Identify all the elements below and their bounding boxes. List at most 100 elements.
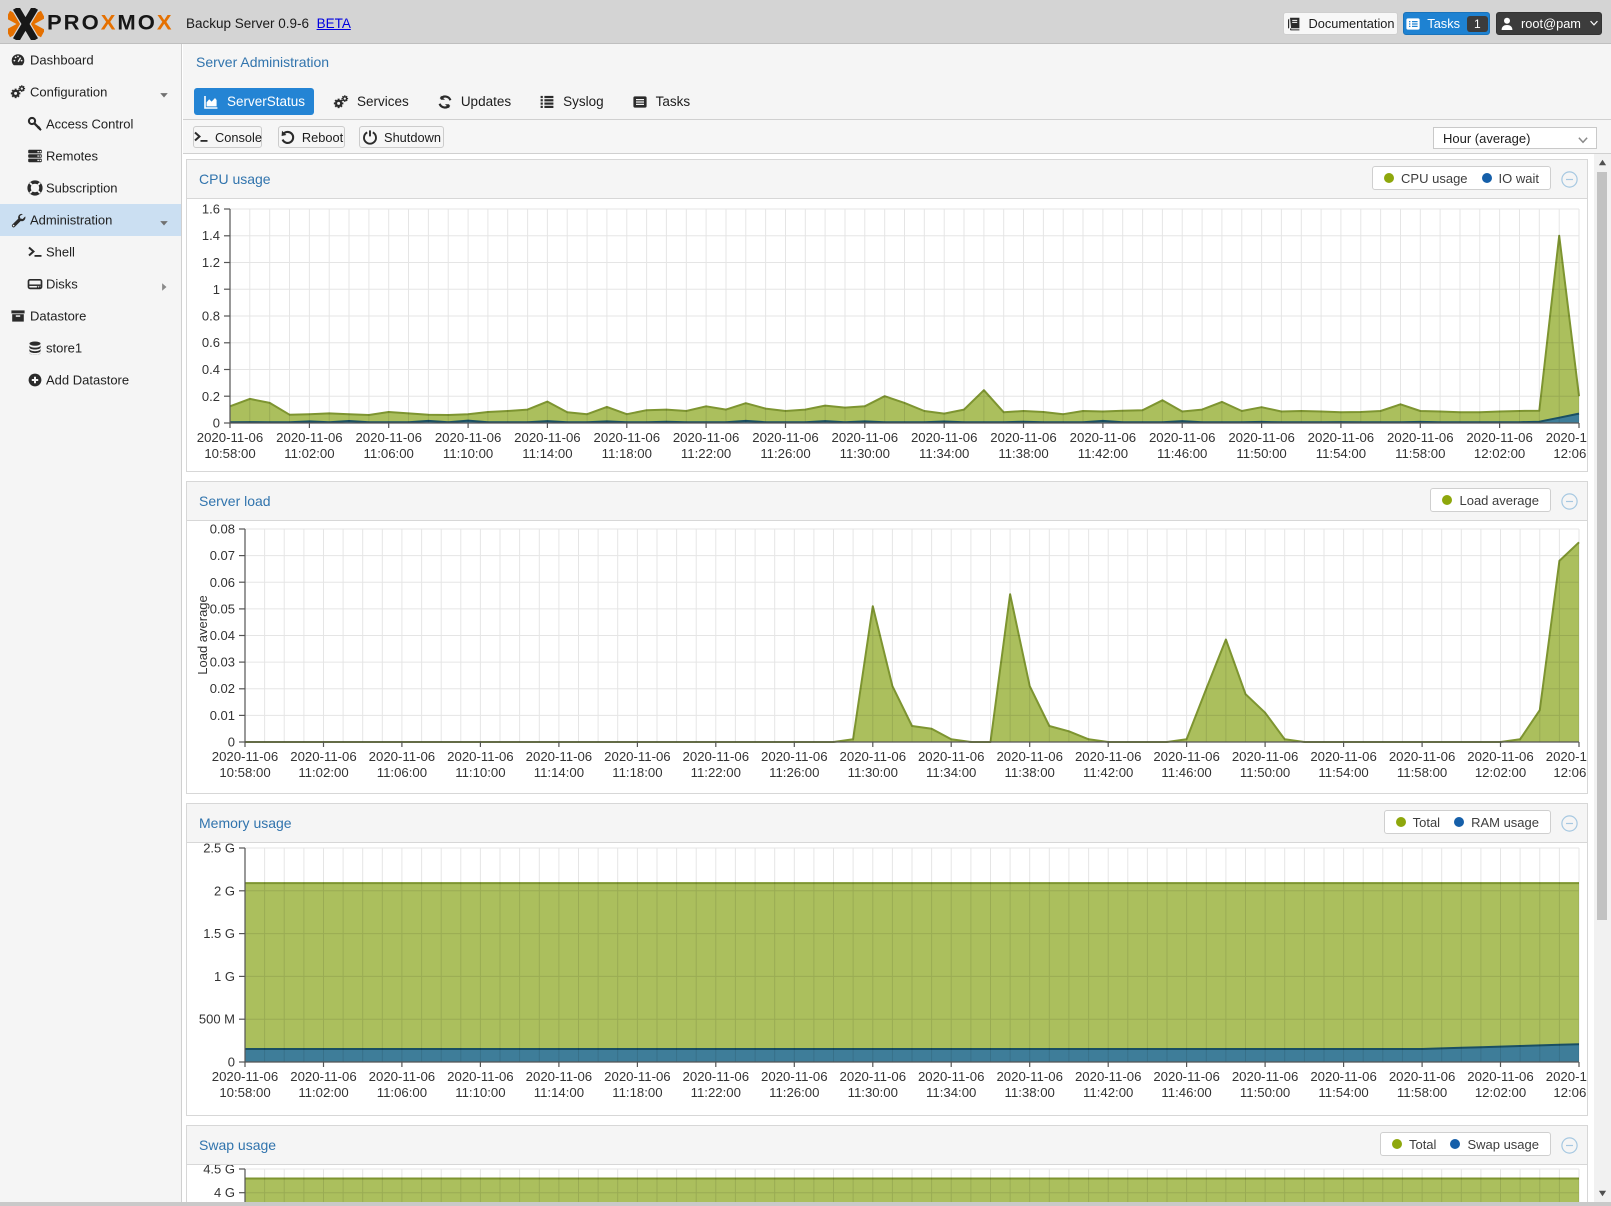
svg-text:4 G: 4 G [214, 1185, 235, 1200]
svg-text:11:02:00: 11:02:00 [298, 765, 348, 780]
svg-text:12:02:00: 12:02:00 [1475, 765, 1526, 780]
svg-text:0.4: 0.4 [202, 362, 220, 377]
svg-text:2020-11-06: 2020-11-06 [1467, 749, 1533, 764]
svg-text:11:14:00: 11:14:00 [534, 765, 584, 780]
svg-text:11:06:00: 11:06:00 [364, 446, 414, 461]
svg-text:11:26:00: 11:26:00 [769, 1085, 819, 1100]
svg-text:10:58:00: 10:58:00 [204, 446, 255, 461]
svg-text:1.2: 1.2 [202, 255, 220, 270]
svg-text:1: 1 [213, 282, 220, 297]
svg-text:11:10:00: 11:10:00 [455, 1085, 505, 1100]
svg-text:0: 0 [213, 416, 220, 431]
svg-text:11:58:00: 11:58:00 [1397, 765, 1447, 780]
svg-text:2020-11-06: 2020-11-06 [1232, 749, 1298, 764]
svg-text:0.03: 0.03 [210, 655, 235, 670]
svg-text:2020-11-06: 2020-11-06 [1546, 1069, 1587, 1084]
svg-text:1.5 G: 1.5 G [203, 926, 235, 941]
svg-text:11:38:00: 11:38:00 [998, 446, 1048, 461]
svg-text:11:46:00: 11:46:00 [1161, 765, 1211, 780]
svg-text:1.6: 1.6 [202, 202, 220, 217]
svg-text:2020-11-06: 2020-11-06 [594, 430, 660, 445]
svg-text:11:14:00: 11:14:00 [534, 1085, 584, 1100]
svg-text:2020-11-06: 2020-11-06 [212, 1069, 278, 1084]
svg-text:2020-11-06: 2020-11-06 [911, 430, 977, 445]
svg-text:10:58:00: 10:58:00 [219, 765, 270, 780]
svg-text:2020-11-06: 2020-11-06 [290, 749, 356, 764]
svg-text:2020-11-06: 2020-11-06 [1546, 749, 1587, 764]
svg-text:11:10:00: 11:10:00 [443, 446, 493, 461]
svg-text:12:06:00: 12:06:00 [1553, 765, 1587, 780]
svg-text:2020-11-06: 2020-11-06 [212, 749, 278, 764]
svg-text:2020-11-06: 2020-11-06 [526, 1069, 592, 1084]
svg-text:2020-11-06: 2020-11-06 [197, 430, 263, 445]
svg-text:11:42:00: 11:42:00 [1083, 765, 1133, 780]
svg-text:11:34:00: 11:34:00 [926, 1085, 976, 1100]
svg-text:2020-11-06: 2020-11-06 [1310, 749, 1376, 764]
svg-text:2020-11-06: 2020-11-06 [1149, 430, 1215, 445]
svg-text:2020-11-06: 2020-11-06 [761, 749, 827, 764]
svg-text:11:46:00: 11:46:00 [1161, 1085, 1211, 1100]
svg-text:2020-11-06: 2020-11-06 [918, 1069, 984, 1084]
svg-text:2020-11-06: 2020-11-06 [526, 749, 592, 764]
svg-text:11:02:00: 11:02:00 [298, 1085, 348, 1100]
svg-text:2020-11-06: 2020-11-06 [683, 749, 749, 764]
svg-text:2020-11-06: 2020-11-06 [1308, 430, 1374, 445]
svg-text:11:22:00: 11:22:00 [691, 1085, 741, 1100]
svg-text:0.06: 0.06 [210, 575, 235, 590]
svg-text:2020-11-06: 2020-11-06 [996, 1069, 1062, 1084]
svg-text:0: 0 [228, 1055, 235, 1070]
svg-text:2020-11-06: 2020-11-06 [840, 1069, 906, 1084]
svg-text:2020-11-06: 2020-11-06 [1153, 749, 1219, 764]
svg-text:2020-11-06: 2020-11-06 [447, 749, 513, 764]
svg-text:2020-11-06: 2020-11-06 [276, 430, 342, 445]
svg-text:0.01: 0.01 [210, 708, 235, 723]
svg-text:2020-11-06: 2020-11-06 [369, 1069, 435, 1084]
svg-text:0.05: 0.05 [210, 601, 235, 616]
svg-text:2020-11-06: 2020-11-06 [1389, 749, 1455, 764]
svg-text:2.5 G: 2.5 G [203, 843, 235, 856]
svg-text:11:58:00: 11:58:00 [1397, 1085, 1447, 1100]
svg-text:2020-11-06: 2020-11-06 [1546, 430, 1587, 445]
svg-text:11:34:00: 11:34:00 [926, 765, 976, 780]
svg-text:11:14:00: 11:14:00 [522, 446, 572, 461]
svg-text:2020-11-06: 2020-11-06 [1075, 1069, 1141, 1084]
svg-text:11:54:00: 11:54:00 [1318, 765, 1368, 780]
svg-text:11:30:00: 11:30:00 [848, 1085, 898, 1100]
svg-text:2020-11-06: 2020-11-06 [673, 430, 739, 445]
svg-text:2020-11-06: 2020-11-06 [1228, 430, 1294, 445]
svg-text:2020-11-06: 2020-11-06 [1232, 1069, 1298, 1084]
svg-text:11:54:00: 11:54:00 [1318, 1085, 1368, 1100]
svg-text:12:06:00: 12:06:00 [1553, 446, 1587, 461]
svg-text:2020-11-06: 2020-11-06 [996, 749, 1062, 764]
svg-text:0.02: 0.02 [210, 681, 235, 696]
svg-text:11:38:00: 11:38:00 [1005, 1085, 1055, 1100]
svg-text:0.8: 0.8 [202, 309, 220, 324]
svg-text:11:54:00: 11:54:00 [1316, 446, 1366, 461]
svg-text:2020-11-06: 2020-11-06 [1389, 1069, 1455, 1084]
svg-text:2020-11-06: 2020-11-06 [761, 1069, 827, 1084]
svg-text:12:02:00: 12:02:00 [1474, 446, 1525, 461]
svg-text:11:02:00: 11:02:00 [284, 446, 334, 461]
svg-text:2 G: 2 G [214, 883, 235, 898]
svg-text:11:38:00: 11:38:00 [1005, 765, 1055, 780]
svg-text:11:50:00: 11:50:00 [1236, 446, 1286, 461]
svg-text:2020-11-06: 2020-11-06 [290, 1069, 356, 1084]
svg-text:12:02:00: 12:02:00 [1475, 1085, 1526, 1100]
svg-text:2020-11-06: 2020-11-06 [447, 1069, 513, 1084]
svg-text:11:42:00: 11:42:00 [1083, 1085, 1133, 1100]
svg-text:11:58:00: 11:58:00 [1395, 446, 1445, 461]
svg-text:2020-11-06: 2020-11-06 [604, 1069, 670, 1084]
svg-text:0.2: 0.2 [202, 389, 220, 404]
svg-text:4.5 G: 4.5 G [203, 1165, 235, 1177]
svg-text:2020-11-06: 2020-11-06 [1070, 430, 1136, 445]
svg-text:2020-11-06: 2020-11-06 [1153, 1069, 1219, 1084]
svg-text:2020-11-06: 2020-11-06 [840, 749, 906, 764]
svg-text:2020-11-06: 2020-11-06 [990, 430, 1056, 445]
svg-text:11:18:00: 11:18:00 [612, 1085, 662, 1100]
svg-text:0.6: 0.6 [202, 335, 220, 350]
svg-text:2020-11-06: 2020-11-06 [369, 749, 435, 764]
svg-text:12:06:00: 12:06:00 [1553, 1085, 1587, 1100]
svg-text:10:58:00: 10:58:00 [219, 1085, 270, 1100]
svg-text:11:06:00: 11:06:00 [377, 1085, 427, 1100]
svg-text:11:50:00: 11:50:00 [1240, 1085, 1290, 1100]
